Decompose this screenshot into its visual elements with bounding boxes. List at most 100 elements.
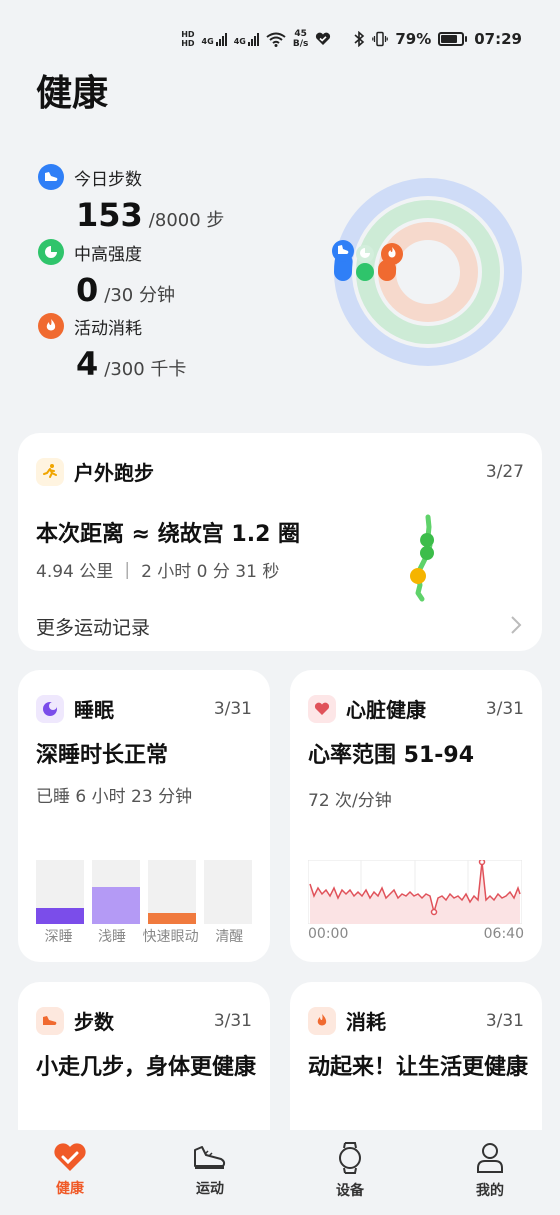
person-icon (477, 1143, 503, 1173)
flame-icon (308, 1006, 336, 1035)
calorie-card-title: 消耗 (346, 1010, 386, 1034)
sleep-stage-bar (148, 860, 196, 924)
heart-rate-max-marker (478, 860, 486, 866)
nav-health-label: 健康 (56, 1181, 84, 1197)
calories-goal: /300 千卡 (104, 359, 187, 380)
status-bar: HD HD 4G 4G 45 B/s 79% 07:29 (0, 24, 560, 54)
sleep-stage-fill (36, 908, 84, 924)
nav-devices-label: 设备 (336, 1183, 364, 1199)
heart-headline: 心率范围 51-94 (308, 743, 475, 768)
nav-me[interactable]: 我的 (440, 1142, 540, 1215)
sleep-stage-label: 深睡 (44, 929, 73, 945)
nav-me-label: 我的 (476, 1183, 504, 1199)
outdoor-run-header: 户外跑步 3/27 (36, 457, 524, 486)
heart-time-end: 06:40 (483, 926, 524, 942)
nav-exercise[interactable]: 运动 (160, 1142, 260, 1215)
ring-marker-intensity (356, 245, 374, 263)
steps-value: 153 (76, 196, 143, 234)
sleep-stage-bar (92, 860, 140, 924)
nav-exercise-label: 运动 (196, 1181, 224, 1197)
sleep-stage-label: 清醒 (215, 929, 244, 945)
heart-date: 3/31 (485, 698, 524, 719)
sleep-stage-bar (204, 860, 252, 924)
more-records-link[interactable]: 更多运动记录 (36, 613, 150, 640)
nav-devices[interactable]: 设备 (300, 1142, 400, 1215)
nav-health[interactable]: 健康 (20, 1142, 120, 1215)
steps-label: 今日步数 (74, 169, 142, 190)
sleep-stage-label: 快速眼动 (142, 929, 199, 945)
steps-card-title: 步数 (74, 1010, 114, 1034)
heart-rate-min-marker (430, 908, 438, 916)
sleep-stage-label: 浅睡 (97, 929, 126, 945)
calorie-card[interactable]: 消耗 3/31 动起来！让生活更健康 (290, 982, 542, 1152)
net1-label: 4G (201, 37, 214, 46)
sleep-headline: 深睡时长正常 (36, 743, 169, 768)
calories-ring (378, 222, 478, 322)
intensity-icon (38, 239, 64, 265)
wifi-icon (266, 32, 286, 47)
speed-unit: B/s (292, 39, 309, 49)
sleep-date: 3/31 (213, 698, 252, 719)
sleep-title: 睡眠 (74, 698, 114, 722)
intensity-label: 中高强度 (74, 244, 142, 265)
clock: 07:29 (474, 30, 522, 48)
intensity-value: 0 (76, 271, 99, 309)
outdoor-run-detail: 4.94 公里 ｜ 2 小时 0 分 31 秒 (36, 562, 280, 582)
signal-bars-icon (247, 32, 259, 46)
battery-percent: 79% (395, 30, 432, 48)
steps-card-header: 步数 3/31 (36, 1006, 252, 1035)
page-title: 健康 (36, 73, 109, 114)
sleep-stage-bars (36, 860, 252, 924)
chevron-right-icon[interactable] (510, 615, 522, 635)
outdoor-run-title: 户外跑步 (74, 461, 154, 485)
intensity-summary[interactable]: 中高强度 0 /30 分钟 (38, 239, 175, 309)
heart-icon (54, 1143, 86, 1171)
bluetooth-icon (354, 31, 365, 47)
watch-icon (339, 1142, 361, 1174)
sleep-card[interactable]: 睡眠 3/31 深睡时长正常 已睡 6 小时 23 分钟 深睡 浅睡 快速眼动 清醒 (18, 670, 270, 962)
heart-title: 心脏健康 (346, 698, 426, 722)
heart-icon (308, 694, 336, 723)
steps-goal: /8000 步 (148, 210, 225, 231)
signal-bars-icon (215, 32, 227, 46)
vibrate-icon (372, 31, 389, 47)
running-icon (36, 457, 64, 486)
sleep-stage-fill (148, 913, 196, 924)
heart-shield-icon (316, 32, 331, 45)
sim1-label: HD (181, 30, 195, 39)
net2-label: 4G (233, 37, 246, 46)
sim-indicators: HD HD (181, 30, 194, 48)
heart-detail: 72 次/分钟 (308, 791, 392, 811)
speed-value: 45 (294, 29, 307, 39)
activity-rings[interactable] (330, 174, 526, 370)
battery-icon (438, 32, 468, 46)
outdoor-run-card[interactable]: 户外跑步 3/27 本次距离 ≈ 绕故宫 1.2 圈 4.94 公里 ｜ 2 小… (18, 433, 542, 651)
sleep-stage-labels: 深睡 浅睡 快速眼动 清醒 (36, 926, 252, 946)
moon-icon (36, 694, 64, 723)
calories-summary[interactable]: 活动消耗 4 /300 千卡 (38, 313, 186, 383)
intensity-goal: /30 分钟 (104, 285, 175, 306)
sleep-header: 睡眠 3/31 (36, 694, 252, 723)
heart-rate-chart (308, 860, 522, 924)
calories-value: 4 (76, 345, 99, 383)
route-map-thumbnail (410, 514, 435, 602)
shoe-icon (36, 1006, 64, 1035)
sleep-stage-fill (92, 886, 140, 924)
route-start-marker (410, 568, 426, 584)
steps-card[interactable]: 步数 3/31 小走几步，身体更健康 (18, 982, 270, 1152)
route-end-marker (420, 546, 434, 560)
steps-summary[interactable]: 今日步数 153 /8000 步 (38, 164, 224, 234)
calories-label: 活动消耗 (74, 318, 142, 339)
calorie-card-date: 3/31 (485, 1010, 524, 1031)
flame-icon (38, 313, 64, 339)
steps-card-date: 3/31 (213, 1010, 252, 1031)
ring-marker-calories (381, 243, 403, 265)
outdoor-run-date: 3/27 (485, 461, 524, 482)
shoe-icon (38, 164, 64, 190)
heart-header: 心脏健康 3/31 (308, 694, 524, 723)
heart-card[interactable]: 心脏健康 3/31 心率范围 51-94 72 次/分钟 00:00 06:40 (290, 670, 542, 962)
shoe-icon (194, 1146, 226, 1169)
signal-2: 4G (234, 32, 259, 46)
outdoor-run-headline: 本次距离 ≈ 绕故宫 1.2 圈 (36, 522, 301, 547)
sim2-label: HD (181, 39, 195, 48)
